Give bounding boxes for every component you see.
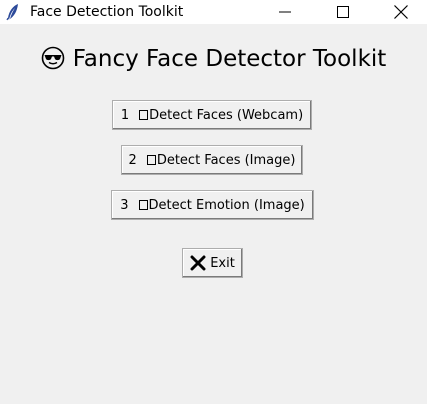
button-number: 3 <box>120 197 129 213</box>
exit-label: Exit <box>210 255 235 271</box>
maximize-icon <box>337 6 349 18</box>
minimize-icon <box>279 11 291 13</box>
button-label: Detect Emotion (Image) <box>148 197 305 213</box>
sunglasses-face-icon <box>41 46 64 70</box>
title-bar[interactable]: Face Detection Toolkit <box>0 0 427 24</box>
minimize-button[interactable] <box>262 0 308 24</box>
detect-faces-image-button[interactable]: 2 Detect Faces (Image) <box>121 145 303 175</box>
window-title: Face Detection Toolkit <box>30 4 184 20</box>
app-title: Fancy Face Detector Toolkit <box>72 46 387 72</box>
button-number: 2 <box>128 152 137 168</box>
detect-faces-webcam-button[interactable]: 1 Detect Faces (Webcam) <box>112 100 312 130</box>
button-label: Detect Faces (Image) <box>156 152 296 168</box>
camera-icon <box>139 110 149 120</box>
close-x-icon <box>190 255 206 271</box>
exit-button[interactable]: Exit <box>182 248 243 278</box>
app-header: Fancy Face Detector Toolkit <box>0 46 427 72</box>
feather-icon <box>6 4 18 21</box>
detect-emotion-image-button[interactable]: 3 Detect Emotion (Image) <box>111 190 314 220</box>
button-label: Detect Faces (Webcam) <box>149 107 304 123</box>
image-icon <box>146 155 156 165</box>
close-button[interactable] <box>378 0 424 24</box>
button-number: 1 <box>120 107 130 123</box>
maximize-button[interactable] <box>320 0 366 24</box>
emotion-icon <box>138 200 148 210</box>
close-icon <box>394 5 408 19</box>
